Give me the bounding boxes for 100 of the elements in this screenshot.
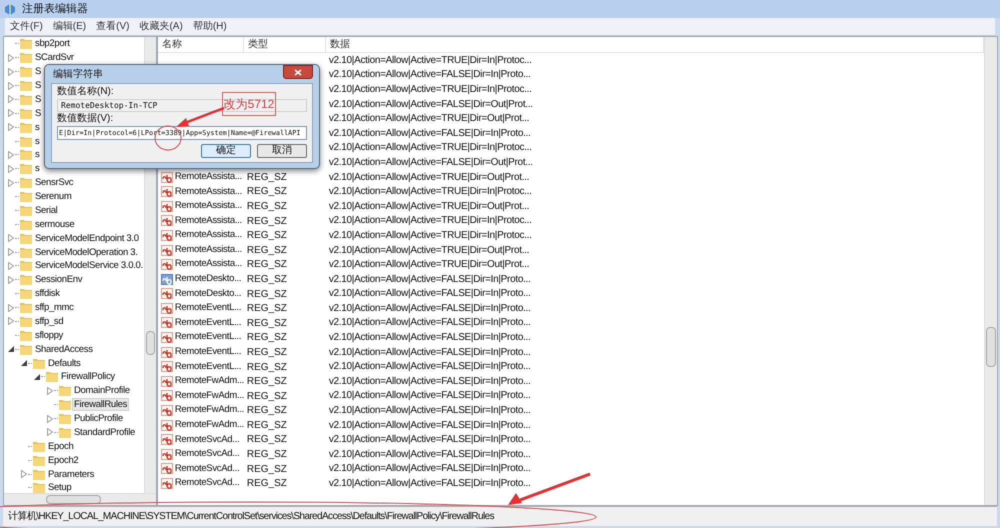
tree-item[interactable]: sfloppy: [34, 330, 64, 341]
value-name[interactable]: RemoteAssista...: [174, 257, 242, 272]
value-name[interactable]: RemoteSvcAd...: [174, 476, 240, 491]
tree-item[interactable]: sbp2port: [34, 38, 71, 50]
tree-item[interactable]: FirewallRules: [73, 399, 128, 410]
value-data: v2.10|Action=Allow|Active=TRUE|Dir=Out|Prot...: [328, 170, 530, 185]
menu-item[interactable]: 编辑(E): [48, 19, 92, 34]
tree-item[interactable]: sffp_sd: [34, 316, 64, 327]
tree-item[interactable]: sffdisk: [34, 288, 61, 300]
column-header[interactable]: 类型: [244, 37, 326, 52]
value-type: REG_SZ: [246, 405, 287, 416]
value-name[interactable]: RemoteSvcAd...: [174, 447, 240, 462]
value-data: v2.10|Action=Allow|Active=FALSE|Dir=In|Proto...: [328, 331, 531, 346]
tree-item[interactable]: SensrSvc: [34, 177, 74, 188]
value-type: REG_SZ: [246, 259, 287, 270]
folder-icon: [20, 94, 32, 105]
tree-item[interactable]: sermouse: [34, 218, 76, 230]
value-name[interactable]: RemoteEventL...: [174, 301, 242, 316]
tree-item[interactable]: s: [34, 163, 40, 174]
close-button[interactable]: [283, 65, 313, 79]
tree-item[interactable]: Epoch2: [47, 454, 80, 466]
tree-item[interactable]: S: [34, 94, 42, 105]
column-header[interactable]: 名称: [158, 37, 244, 52]
value-type: REG_SZ: [246, 274, 287, 285]
scrollbar-thumb[interactable]: [146, 331, 155, 355]
folder-icon: [20, 344, 32, 355]
tree-item[interactable]: s: [34, 149, 40, 160]
tree-item[interactable]: ServiceModelEndpoint 3.0: [34, 232, 140, 244]
value-data: v2.10|Action=Allow|Active=TRUE|Dir=In|Protoc...: [328, 228, 532, 243]
tree-item[interactable]: Setup: [47, 482, 72, 493]
value-type: REG_SZ: [246, 390, 287, 402]
tree-item[interactable]: ServiceModelService 3.0.0.: [34, 260, 144, 272]
folder-icon: [20, 218, 32, 230]
folder-icon: [20, 52, 32, 64]
value-name[interactable]: RemoteFwAdm...: [174, 374, 244, 388]
expand-icon[interactable]: [47, 386, 53, 395]
value-type: REG_SZ: [246, 434, 287, 446]
tree-item[interactable]: sffp_mmc: [34, 302, 75, 314]
collapse-icon[interactable]: [34, 374, 40, 380]
value-name[interactable]: RemoteDeskto...: [174, 286, 242, 301]
value-name[interactable]: RemoteSvcAd...: [174, 432, 240, 447]
value-name[interactable]: RemoteFwAdm...: [174, 388, 244, 404]
folder-icon: [20, 108, 32, 119]
tree-item[interactable]: Epoch: [47, 440, 74, 452]
scrollbar-thumb[interactable]: [986, 327, 996, 367]
value-name[interactable]: RemoteAssista...: [174, 242, 242, 258]
value-name[interactable]: RemoteSvcAd...: [174, 462, 240, 476]
value-data: v2.10|Action=Allow|Active=TRUE|Dir=In|Protoc...: [328, 185, 532, 200]
tree-item[interactable]: PublicProfile: [73, 413, 124, 424]
value-name[interactable]: RemoteDeskto...: [174, 272, 242, 286]
tree-item[interactable]: ServiceModelOperation 3.: [34, 246, 139, 258]
dialog-button[interactable]: 确定: [201, 144, 251, 158]
folder-icon: [20, 177, 32, 188]
menu-item[interactable]: 帮助(H): [188, 19, 232, 34]
tree-item[interactable]: FirewallPolicy: [60, 371, 116, 382]
collapse-icon[interactable]: [21, 360, 27, 366]
value-type: REG_SZ: [246, 244, 287, 256]
value-name[interactable]: RemoteAssista...: [174, 170, 242, 184]
tree-item[interactable]: S: [34, 80, 42, 92]
window-title: 注册表编辑器: [22, 2, 88, 17]
expand-icon[interactable]: [21, 470, 27, 478]
annotation-text: 改为5712: [224, 96, 274, 113]
tree-item[interactable]: s: [34, 122, 40, 133]
tree-item[interactable]: SessionEnv: [34, 274, 84, 286]
tree-item[interactable]: Defaults: [47, 358, 82, 369]
menu-item[interactable]: 文件(F): [5, 19, 48, 34]
value-name[interactable]: RemoteAssista...: [174, 184, 242, 199]
dialog-button[interactable]: 取消: [257, 144, 307, 158]
value-name[interactable]: RemoteAssista...: [174, 228, 242, 243]
vertical-scrollbar[interactable]: [984, 37, 997, 505]
value-name[interactable]: RemoteEventL...: [174, 330, 242, 345]
menu-item[interactable]: 收藏夹(A): [134, 19, 188, 34]
value-name[interactable]: RemoteEventL...: [174, 316, 242, 330]
value-type: REG_SZ: [246, 478, 287, 490]
scrollbar-thumb[interactable]: [46, 495, 101, 504]
value-name[interactable]: RemoteAssista...: [174, 214, 242, 228]
horizontal-scrollbar[interactable]: [4, 493, 156, 505]
value-type: REG_SZ: [246, 376, 287, 388]
tree-item[interactable]: StandardProfile: [73, 426, 136, 438]
tree-item[interactable]: S: [34, 108, 42, 119]
tree-item[interactable]: Parameters: [47, 468, 96, 480]
tree-item[interactable]: SharedAccess: [34, 344, 94, 355]
tree-item[interactable]: DomainProfile: [73, 385, 131, 396]
value-name[interactable]: RemoteFwAdm...: [174, 418, 244, 432]
folder-icon: [59, 426, 71, 438]
tree-item[interactable]: SCardSvr: [34, 52, 75, 64]
tree-item[interactable]: Serenum: [34, 191, 72, 202]
value-name[interactable]: RemoteAssista...: [174, 199, 242, 214]
value-name[interactable]: RemoteFwAdm...: [174, 403, 244, 418]
value-name[interactable]: RemoteEventL...: [174, 345, 242, 360]
value-data: v2.10|Action=Allow|Active=FALSE|Dir=Out|Prot...: [328, 98, 533, 112]
tree-item[interactable]: s: [34, 136, 40, 147]
folder-icon: [20, 204, 32, 216]
value-type: REG_SZ: [246, 186, 287, 198]
value-type: REG_SZ: [246, 332, 287, 344]
collapse-icon[interactable]: [8, 346, 14, 352]
tree-item[interactable]: S: [34, 66, 42, 78]
menu-item[interactable]: 查看(V): [91, 19, 134, 34]
value-name[interactable]: RemoteEventL...: [174, 360, 242, 374]
tree-item[interactable]: Serial: [34, 204, 58, 216]
